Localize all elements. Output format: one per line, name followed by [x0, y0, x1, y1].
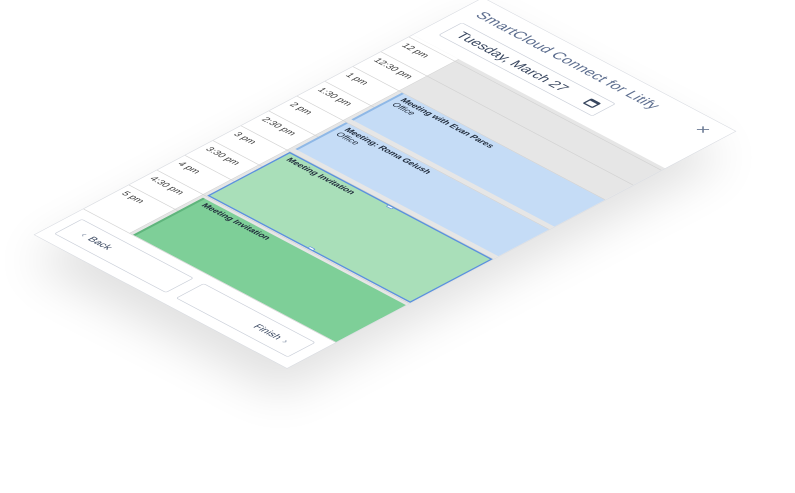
stage: SmartCloud Connect for Litify × Tuesday,… — [0, 0, 795, 493]
time-label: 4 pm — [175, 160, 204, 176]
scheduler-panel: SmartCloud Connect for Litify × Tuesday,… — [35, 0, 735, 368]
calendar-icon[interactable] — [582, 98, 602, 109]
time-label: 5 pm — [119, 189, 148, 205]
time-label: 2 pm — [287, 100, 316, 116]
time-label: 3 pm — [231, 130, 260, 146]
chevron-right-icon: › — [279, 337, 293, 345]
back-label: Back — [84, 234, 116, 252]
close-icon[interactable]: × — [687, 122, 718, 138]
time-label: 1 pm — [343, 71, 372, 87]
finish-label: Finish — [250, 322, 286, 341]
